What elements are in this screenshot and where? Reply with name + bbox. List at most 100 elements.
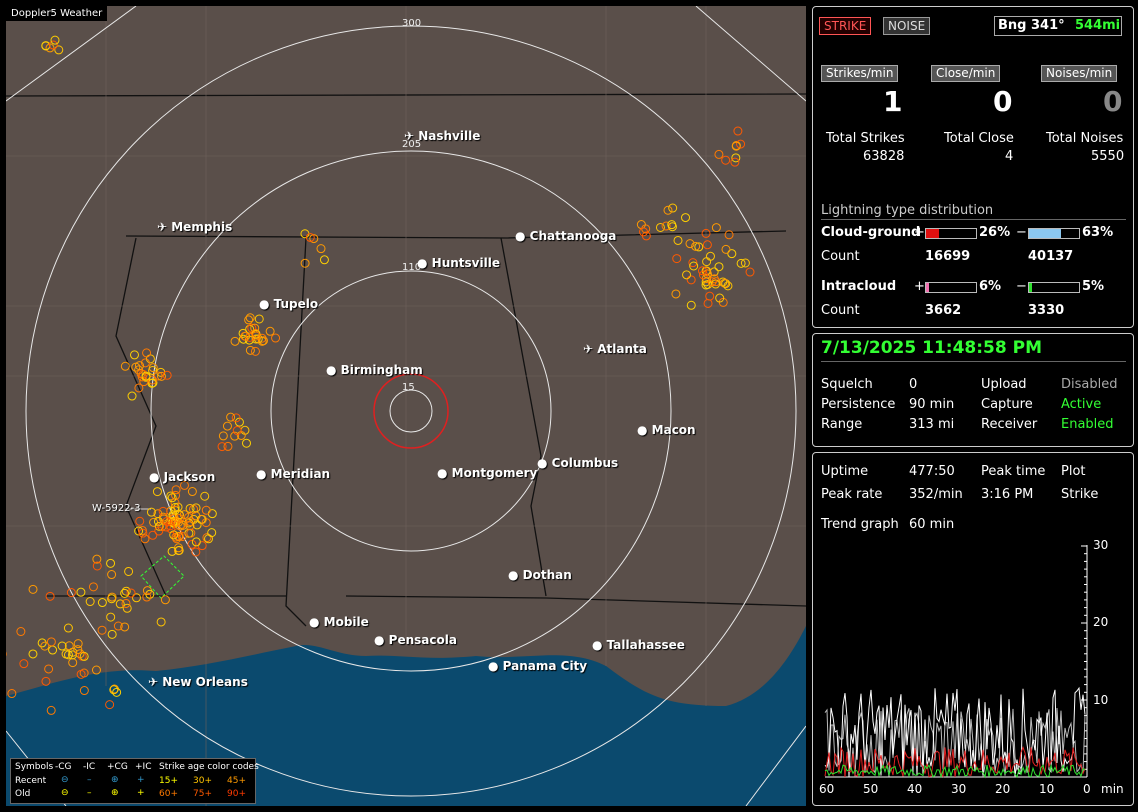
strike-marker <box>673 235 683 245</box>
trend-graph: 30 20 10 60 50 40 30 20 10 0 min <box>819 538 1124 796</box>
receiver-label: Receiver <box>981 417 1038 432</box>
legend-old-neg-ic-icon: – <box>87 788 92 798</box>
cg-count-label: Count <box>821 249 860 264</box>
strike-marker <box>107 629 117 639</box>
strike-marker <box>714 149 724 159</box>
strike-marker <box>107 570 117 580</box>
x-unit: min <box>1101 782 1124 796</box>
strike-marker <box>186 528 196 538</box>
strike-marker <box>131 593 141 603</box>
strike-marker <box>319 255 329 265</box>
city-new-orleans: ✈ New Orleans <box>148 675 248 689</box>
strike-marker <box>721 244 731 254</box>
y-tick-30: 30 <box>1093 538 1108 552</box>
city-macon: ● Macon <box>637 423 696 437</box>
legend-col-pos-ic: +IC <box>135 762 152 772</box>
y-tick-20: 20 <box>1093 615 1108 629</box>
x-tick-60: 60 <box>819 782 834 796</box>
legend-recent-pos-ic-icon: + <box>137 775 145 785</box>
total-noises-label: Total Noises <box>1046 131 1124 146</box>
strike-marker <box>28 584 38 594</box>
strike-marker <box>48 645 58 655</box>
upload-value: Disabled <box>1061 377 1118 392</box>
legend-old-pos-ic-icon: + <box>137 788 145 798</box>
cg-plus-sign: + <box>914 225 925 240</box>
cg-negative-bar <box>1028 228 1080 239</box>
total-noises-value: 5550 <box>1091 149 1125 164</box>
ic-negative-bar <box>1028 282 1080 293</box>
ic-positive-pct: 6% <box>979 279 1002 294</box>
total-strikes-value: 63828 <box>863 149 905 164</box>
city-panama-city: ● Panama City <box>488 659 588 673</box>
x-tick-40: 40 <box>907 782 922 796</box>
strike-marker <box>46 637 56 647</box>
legend-recent-pos-cg-icon: ⊕ <box>111 775 119 785</box>
strike-marker <box>50 35 60 45</box>
strike-marker <box>655 222 665 232</box>
status-panel: 7/13/2025 11:48:58 PM Squelch 0 Upload D… <box>812 333 1134 447</box>
strike-marker <box>85 597 95 607</box>
city-tupelo: ● Tupelo <box>259 297 319 311</box>
strike-marker <box>145 354 155 364</box>
x-tick-50: 50 <box>863 782 878 796</box>
warning-label: W-5922-3 <box>92 503 141 514</box>
range-label: Range <box>821 417 863 432</box>
strike-marker <box>197 541 207 551</box>
strike-marker <box>41 676 51 686</box>
ic-plus-sign: + <box>914 279 925 294</box>
strike-marker <box>745 267 755 277</box>
strike-marker <box>191 503 201 513</box>
upload-label: Upload <box>981 377 1027 392</box>
strikes-per-min-value: 1 <box>883 85 903 118</box>
peak-time-label: Peak time <box>981 464 1046 479</box>
trend-graph-value[interactable]: 60 min <box>909 517 954 532</box>
lightning-map[interactable]: Doppler5 Weather 300 205 110 15 ✈ Nashvi… <box>6 6 806 806</box>
strike-mode-button[interactable]: STRIKE <box>819 17 872 35</box>
legend-old-neg-cg-icon: ⊖ <box>61 788 69 798</box>
strike-marker <box>686 300 696 310</box>
strike-marker <box>121 598 131 608</box>
legend-recent-label: Recent <box>15 776 47 786</box>
x-tick-0: 0 <box>1083 782 1091 796</box>
capture-label: Capture <box>981 397 1033 412</box>
legend-col-neg-ic: -IC <box>83 762 96 772</box>
noise-mode-button[interactable]: NOISE <box>883 17 931 35</box>
ic-positive-bar <box>925 282 977 293</box>
strike-marker <box>97 625 107 635</box>
persistence-label: Persistence <box>821 397 896 412</box>
map-canvas[interactable] <box>6 6 806 806</box>
total-strikes-label: Total Strikes <box>826 131 905 146</box>
city-chattanooga: ● Chattanooga <box>515 229 617 243</box>
legend-age-label: Strike age color codes <box>159 762 259 772</box>
strike-marker <box>241 438 251 448</box>
peak-rate-label: Peak rate <box>821 487 883 502</box>
cg-positive-count: 16699 <box>925 249 971 264</box>
total-close-value: 4 <box>1005 149 1014 164</box>
ic-count-label: Count <box>821 303 860 318</box>
legend-old-label: Old <box>15 789 31 799</box>
plot-value[interactable]: Strike <box>1061 487 1098 502</box>
strike-marker <box>636 220 646 230</box>
range-value: 313 mi <box>909 417 955 432</box>
strike-marker <box>702 257 712 267</box>
strike-marker <box>207 528 217 538</box>
cg-positive-pct: 26% <box>979 225 1011 240</box>
strike-marker <box>681 213 691 223</box>
cg-minus-sign: − <box>1016 225 1027 240</box>
strike-marker <box>733 126 743 136</box>
bearing-readout: Bng 341° 544mi <box>994 16 1122 36</box>
datetime: 7/13/2025 11:48:58 PM <box>821 338 1042 358</box>
strike-marker <box>217 442 227 452</box>
legend-old-pos-cg-icon: ⊕ <box>111 788 119 798</box>
strike-marker <box>250 346 260 356</box>
receiver-value: Enabled <box>1061 417 1114 432</box>
distribution-divider <box>821 219 1126 220</box>
strike-marker <box>160 595 170 605</box>
strike-marker <box>106 558 116 568</box>
strike-marker <box>271 333 281 343</box>
strike-marker <box>44 664 54 674</box>
legend-age-15: 15+ <box>159 776 178 786</box>
city-tallahassee: ● Tallahassee <box>592 638 685 652</box>
intracloud-label: Intracloud <box>821 279 897 294</box>
strike-marker <box>254 314 264 324</box>
